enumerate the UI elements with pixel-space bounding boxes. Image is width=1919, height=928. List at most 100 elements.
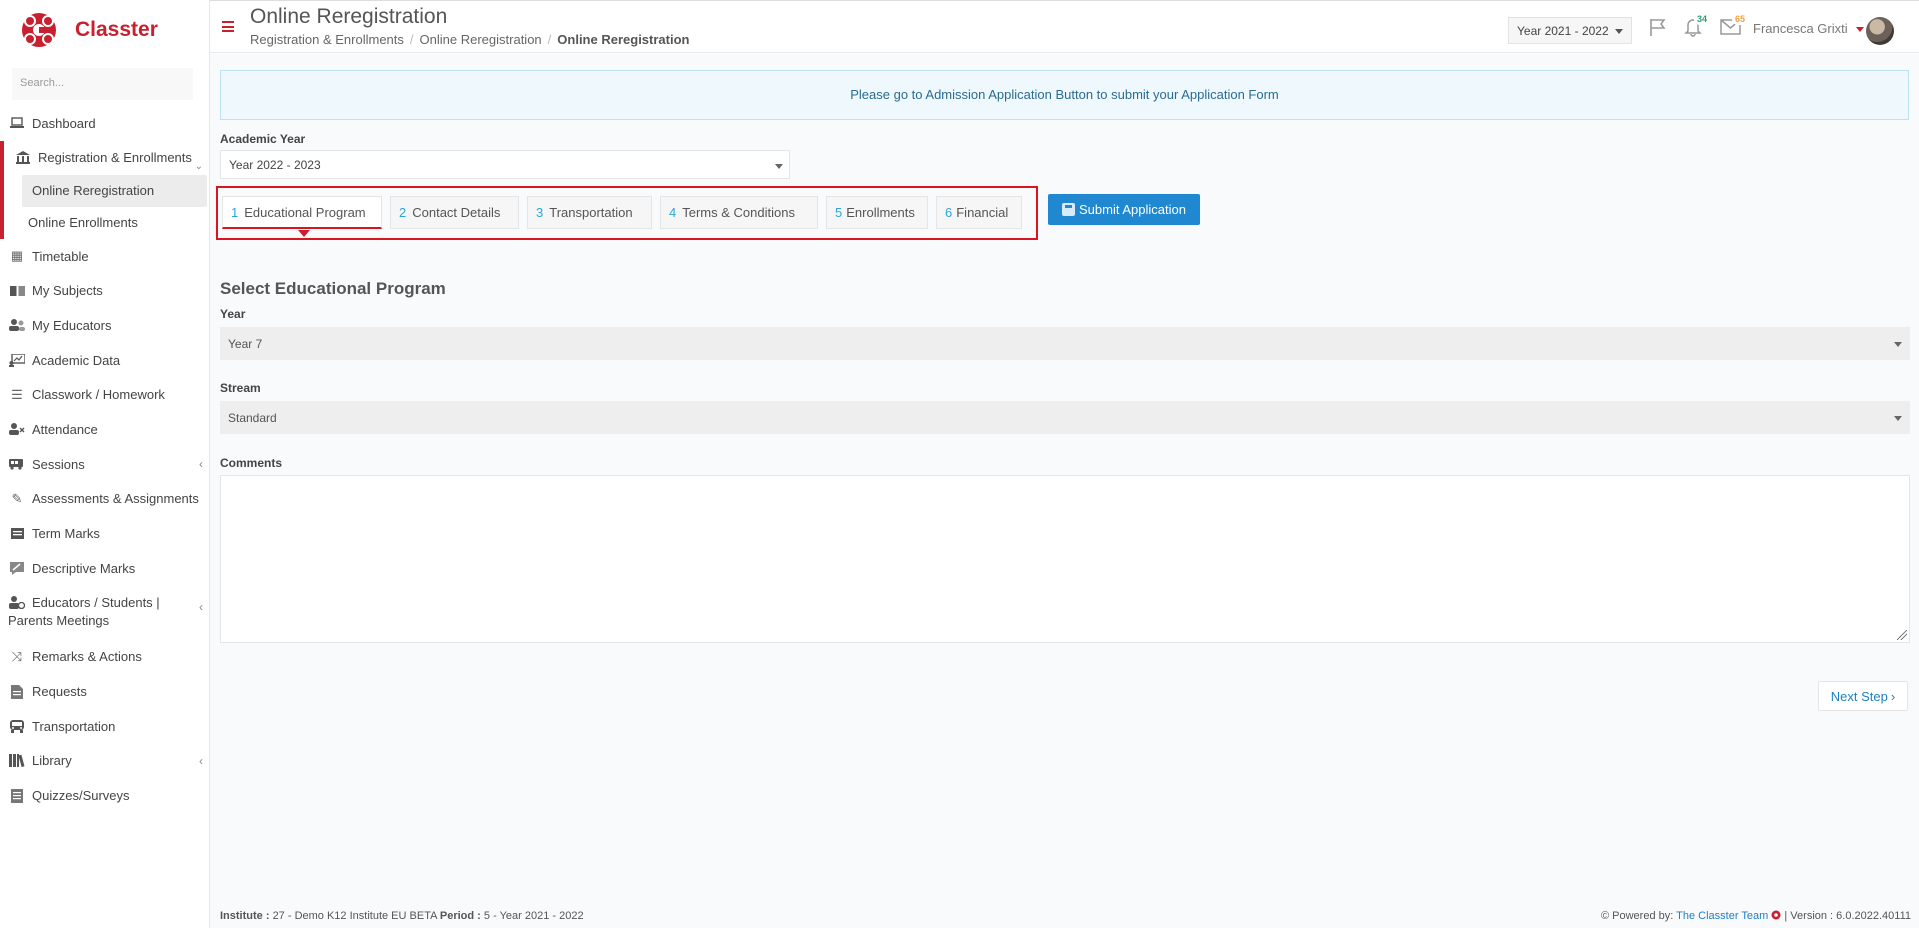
institute-label: Institute :	[220, 910, 270, 922]
step-number: 2	[399, 205, 407, 220]
submit-application-label: Submit Application	[1079, 202, 1186, 217]
sidebar-item-label: Attendance	[32, 421, 98, 437]
sidebar-item-descriptive-marks[interactable]: Descriptive Marks	[0, 551, 209, 586]
sidebar-item-label: Timetable	[32, 248, 89, 264]
step-financial[interactable]: 6 Financial	[936, 196, 1022, 229]
meeting-icon	[8, 594, 26, 610]
sidebar-item-remarks-actions[interactable]: ⤨ Remarks & Actions	[0, 640, 209, 675]
sidebar-item-timetable[interactable]: ▦ Timetable	[0, 239, 209, 274]
breadcrumb-current: Online Reregistration	[557, 32, 690, 47]
sidebar-item-dashboard[interactable]: Dashboard	[0, 106, 209, 141]
copyright-icon: ©	[1600, 910, 1610, 922]
sidebar-item-label: Sessions	[32, 456, 85, 472]
step-contact-details[interactable]: 2 Contact Details	[390, 196, 519, 229]
sidebar-item-requests[interactable]: Requests	[0, 674, 209, 709]
caret-down-icon	[1894, 416, 1902, 421]
sidebar-item-meetings[interactable]: Educators / Students | Parents Meetings …	[0, 586, 209, 640]
sidebar-item-label: Quizzes/Surveys	[32, 788, 130, 804]
active-step-pointer	[298, 230, 310, 237]
step-terms-conditions[interactable]: 4 Terms & Conditions	[660, 196, 818, 229]
submit-application-button[interactable]: Submit Application	[1048, 194, 1200, 225]
sidebar-item-classwork-homework[interactable]: ☰ Classwork / Homework	[0, 377, 209, 412]
stream-select-field[interactable]: Standard	[220, 401, 1910, 434]
classter-logo-icon	[22, 13, 56, 47]
sidebar-item-assessments-assignments[interactable]: ✎ Assessments & Assignments	[0, 482, 209, 517]
sidebar-item-online-enrollments[interactable]: Online Enrollments	[4, 207, 209, 239]
sidebar-item-transportation[interactable]: Transportation	[0, 709, 209, 744]
flag-icon[interactable]	[1648, 17, 1668, 43]
sidebar-item-sessions[interactable]: Sessions ‹	[0, 447, 209, 482]
footer-info: Institute : 27 - Demo K12 Institute EU B…	[220, 910, 584, 922]
footer: Institute : 27 - Demo K12 Institute EU B…	[210, 905, 1919, 928]
user-name[interactable]: Francesca Grixti	[1753, 21, 1848, 36]
sidebar-item-label: Online Reregistration	[32, 183, 155, 199]
next-step-label: Next Step	[1830, 688, 1888, 704]
year-select-field[interactable]: Year 7	[220, 327, 1910, 360]
sidebar-item-label: Online Enrollments	[28, 215, 138, 231]
sidebar-item-label: Academic Data	[32, 352, 121, 368]
chevron-left-icon: ‹	[199, 457, 203, 472]
user-x-icon	[8, 421, 26, 437]
breadcrumb: Registration & Enrollments / Online Reregi…	[250, 32, 690, 47]
sidebar-search-input[interactable]: Search...	[12, 68, 193, 100]
step-educational-program[interactable]: 1 Educational Program	[222, 196, 382, 229]
hamburger-menu-icon[interactable]	[222, 21, 234, 32]
year-select[interactable]: Year 2021 - 2022	[1508, 17, 1632, 44]
sidebar-item-label: Remarks & Actions	[32, 649, 142, 665]
page-title: Online Reregistration	[250, 5, 448, 28]
classter-team-link[interactable]: The Classter Team	[1676, 910, 1768, 922]
step-label: Contact Details	[412, 205, 501, 220]
step-enrollments[interactable]: 5 Enrollments	[826, 196, 928, 229]
year-value: Year 7	[228, 337, 263, 351]
bus-front-icon	[8, 718, 26, 734]
sidebar-item-library[interactable]: Library ‹	[0, 744, 209, 779]
sidebar: Classter Search... Dashboard Registratio…	[0, 0, 210, 928]
document-icon	[8, 684, 26, 700]
academic-year-select[interactable]: Year 2022 - 2023	[220, 150, 790, 179]
comments-label: Comments	[220, 456, 283, 470]
chevron-down-icon: ⌄	[194, 160, 203, 172]
next-step-button[interactable]: Next Step ›	[1818, 681, 1908, 711]
step-number: 1	[231, 204, 239, 220]
chevron-left-icon: ‹	[199, 753, 203, 768]
comments-textarea[interactable]	[220, 475, 1910, 643]
sidebar-item-online-reregistration[interactable]: Online Reregistration	[22, 174, 207, 207]
sidebar-item-label: My Educators	[32, 317, 112, 333]
sidebar-item-label: Dashboard	[32, 115, 96, 131]
sidebar-item-registration-enrollments[interactable]: Registration & Enrollments ⌄	[4, 141, 209, 175]
survey-icon	[8, 788, 26, 804]
step-label: Enrollments	[846, 205, 915, 220]
breadcrumb-item[interactable]: Registration & Enrollments	[250, 32, 404, 47]
sidebar-item-my-subjects[interactable]: My Subjects	[0, 273, 209, 308]
sidebar-item-attendance[interactable]: Attendance	[0, 412, 209, 447]
classter-small-logo-icon	[1771, 910, 1781, 920]
chevron-left-icon: ‹	[199, 599, 203, 614]
avatar[interactable]	[1866, 17, 1894, 45]
sidebar-item-label: Requests	[32, 684, 87, 700]
users-icon	[8, 317, 26, 333]
calendar-icon: ▦	[10, 248, 24, 264]
top-bar: Online Reregistration Registration & Enr…	[210, 0, 1919, 53]
list-check-icon: ☰	[11, 386, 23, 402]
sidebar-item-term-marks[interactable]: Term Marks	[0, 516, 209, 551]
resize-handle-icon[interactable]	[1897, 630, 1907, 640]
clipboard-icon	[8, 526, 26, 542]
step-label: Terms & Conditions	[682, 205, 795, 220]
sidebar-item-quizzes-surveys[interactable]: Quizzes/Surveys	[0, 778, 209, 813]
caret-down-icon[interactable]	[1856, 27, 1864, 32]
stream-label: Stream	[220, 381, 261, 395]
sidebar-item-my-educators[interactable]: My Educators	[0, 308, 209, 343]
sidebar-item-label: Registration & Enrollments	[38, 150, 192, 166]
sidebar-item-label: My Subjects	[32, 283, 103, 299]
sidebar-item-academic-data[interactable]: Academic Data	[0, 343, 209, 378]
caret-down-icon	[775, 164, 783, 169]
step-transportation[interactable]: 3 Transportation	[527, 196, 652, 229]
period-label: Period :	[439, 910, 481, 922]
laptop-icon	[8, 115, 26, 131]
notifications-badge: 34	[1694, 13, 1711, 25]
info-alert: Please go to Admission Application Butto…	[220, 70, 1909, 120]
step-number: 6	[945, 205, 953, 220]
step-number: 5	[835, 205, 843, 220]
breadcrumb-item[interactable]: Online Reregistration	[420, 32, 542, 47]
logo[interactable]: Classter	[0, 0, 209, 60]
